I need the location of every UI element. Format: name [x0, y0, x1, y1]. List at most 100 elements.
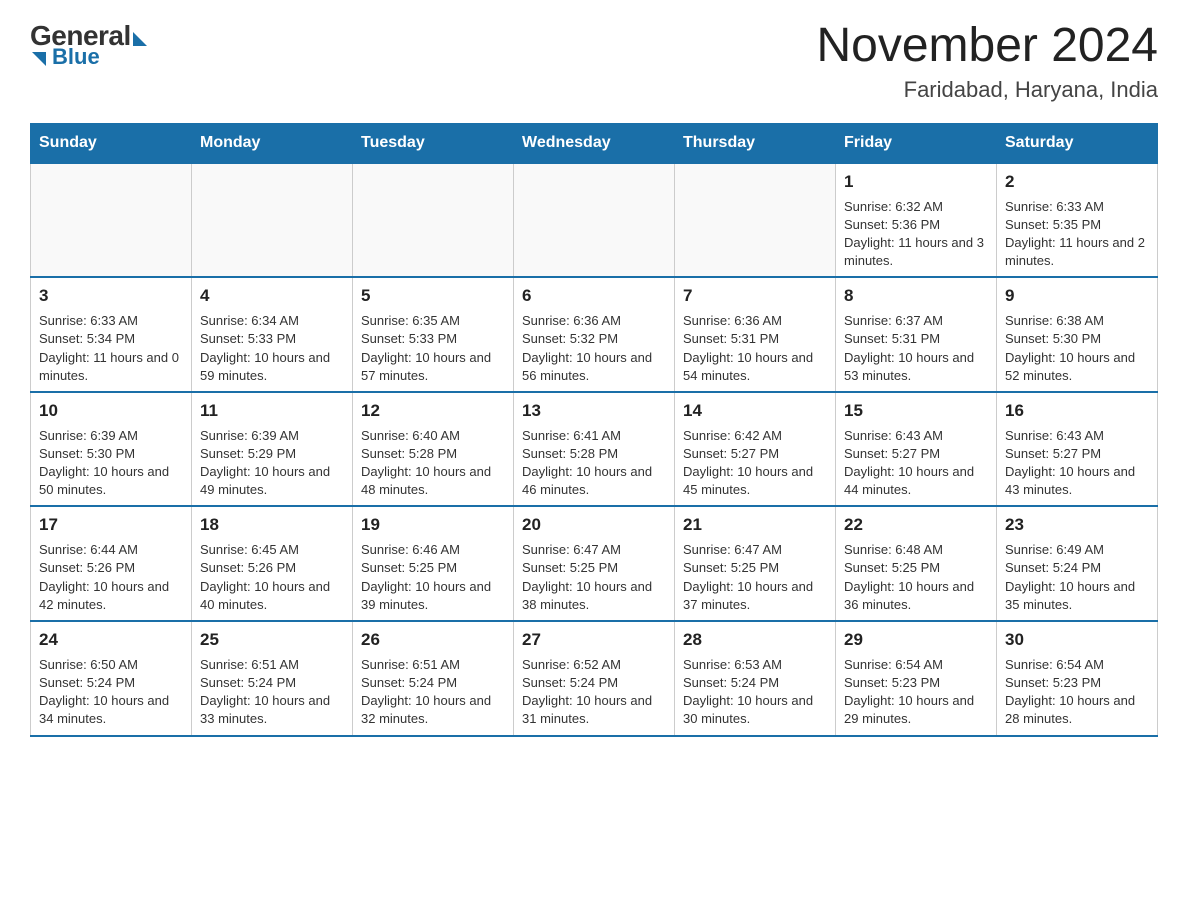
- calendar-cell: 16Sunrise: 6:43 AMSunset: 5:27 PMDayligh…: [997, 392, 1158, 507]
- day-number: 18: [200, 513, 344, 537]
- calendar-cell: [675, 163, 836, 278]
- day-number: 3: [39, 284, 183, 308]
- day-info: Sunrise: 6:47 AMSunset: 5:25 PMDaylight:…: [522, 541, 666, 614]
- day-info: Sunrise: 6:37 AMSunset: 5:31 PMDaylight:…: [844, 312, 988, 385]
- calendar-header-sunday: Sunday: [31, 123, 192, 163]
- calendar-cell: 4 Sunrise: 6:34 AMSunset: 5:33 PMDaylight…: [192, 277, 353, 392]
- day-info: Sunrise: 6:33 AMSunset: 5:35 PMDaylight:…: [1005, 198, 1149, 271]
- day-number: 6: [522, 284, 666, 308]
- day-number: 25: [200, 628, 344, 652]
- day-info: Sunrise: 6:45 AMSunset: 5:26 PMDaylight:…: [200, 541, 344, 614]
- calendar-cell: 25 Sunrise: 6:51 AMSunset: 5:24 PMDayligh…: [192, 621, 353, 736]
- day-number: 9: [1005, 284, 1149, 308]
- calendar-cell: 6 Sunrise: 6:36 AMSunset: 5:32 PMDaylight…: [514, 277, 675, 392]
- calendar-header-monday: Monday: [192, 123, 353, 163]
- day-info: Sunrise: 6:38 AMSunset: 5:30 PMDaylight:…: [1005, 312, 1149, 385]
- day-number: 28: [683, 628, 827, 652]
- calendar-week-row: 24 Sunrise: 6:50 AMSunset: 5:24 PMDayligh…: [31, 621, 1158, 736]
- logo: General Blue: [30, 20, 147, 70]
- day-number: 12: [361, 399, 505, 423]
- calendar-cell: 28Sunrise: 6:53 AMSunset: 5:24 PMDayligh…: [675, 621, 836, 736]
- day-number: 17: [39, 513, 183, 537]
- calendar-cell: 19Sunrise: 6:46 AMSunset: 5:25 PMDayligh…: [353, 506, 514, 621]
- day-number: 22: [844, 513, 988, 537]
- day-number: 4: [200, 284, 344, 308]
- calendar-header-thursday: Thursday: [675, 123, 836, 163]
- day-info: Sunrise: 6:52 AMSunset: 5:24 PMDaylight:…: [522, 656, 666, 729]
- day-info: Sunrise: 6:54 AMSunset: 5:23 PMDaylight:…: [1005, 656, 1149, 729]
- day-number: 29: [844, 628, 988, 652]
- day-number: 15: [844, 399, 988, 423]
- day-info: Sunrise: 6:43 AMSunset: 5:27 PMDaylight:…: [844, 427, 988, 500]
- day-number: 27: [522, 628, 666, 652]
- calendar-cell: 30Sunrise: 6:54 AMSunset: 5:23 PMDayligh…: [997, 621, 1158, 736]
- calendar-table: SundayMondayTuesdayWednesdayThursdayFrid…: [30, 123, 1158, 737]
- day-info: Sunrise: 6:40 AMSunset: 5:28 PMDaylight:…: [361, 427, 505, 500]
- calendar-cell: 7Sunrise: 6:36 AMSunset: 5:31 PMDaylight…: [675, 277, 836, 392]
- day-number: 8: [844, 284, 988, 308]
- calendar-header-friday: Friday: [836, 123, 997, 163]
- day-info: Sunrise: 6:49 AMSunset: 5:24 PMDaylight:…: [1005, 541, 1149, 614]
- day-number: 2: [1005, 170, 1149, 194]
- day-number: 10: [39, 399, 183, 423]
- day-info: Sunrise: 6:33 AMSunset: 5:34 PMDaylight:…: [39, 312, 183, 385]
- day-number: 14: [683, 399, 827, 423]
- day-number: 11: [200, 399, 344, 423]
- day-info: Sunrise: 6:54 AMSunset: 5:23 PMDaylight:…: [844, 656, 988, 729]
- calendar-cell: 20 Sunrise: 6:47 AMSunset: 5:25 PMDayligh…: [514, 506, 675, 621]
- calendar-cell: 14 Sunrise: 6:42 AMSunset: 5:27 PMDayligh…: [675, 392, 836, 507]
- day-info: Sunrise: 6:47 AMSunset: 5:25 PMDaylight:…: [683, 541, 827, 614]
- day-number: 16: [1005, 399, 1149, 423]
- page-subtitle: Faridabad, Haryana, India: [816, 77, 1158, 103]
- calendar-cell: 12 Sunrise: 6:40 AMSunset: 5:28 PMDayligh…: [353, 392, 514, 507]
- calendar-cell: 3 Sunrise: 6:33 AMSunset: 5:34 PMDaylight…: [31, 277, 192, 392]
- calendar-week-row: 17 Sunrise: 6:44 AMSunset: 5:26 PMDayligh…: [31, 506, 1158, 621]
- page-header: General Blue November 2024 Faridabad, Ha…: [30, 20, 1158, 103]
- day-info: Sunrise: 6:36 AMSunset: 5:32 PMDaylight:…: [522, 312, 666, 385]
- calendar-header-row: SundayMondayTuesdayWednesdayThursdayFrid…: [31, 123, 1158, 163]
- logo-arrow-icon: [133, 32, 147, 46]
- calendar-cell: [192, 163, 353, 278]
- calendar-cell: 5 Sunrise: 6:35 AMSunset: 5:33 PMDaylight…: [353, 277, 514, 392]
- day-info: Sunrise: 6:34 AMSunset: 5:33 PMDaylight:…: [200, 312, 344, 385]
- day-number: 1: [844, 170, 988, 194]
- day-info: Sunrise: 6:39 AMSunset: 5:29 PMDaylight:…: [200, 427, 344, 500]
- calendar-week-row: 1 Sunrise: 6:32 AMSunset: 5:36 PMDaylight…: [31, 163, 1158, 278]
- day-number: 5: [361, 284, 505, 308]
- calendar-cell: 13Sunrise: 6:41 AMSunset: 5:28 PMDayligh…: [514, 392, 675, 507]
- calendar-cell: 23Sunrise: 6:49 AMSunset: 5:24 PMDayligh…: [997, 506, 1158, 621]
- calendar-week-row: 3 Sunrise: 6:33 AMSunset: 5:34 PMDaylight…: [31, 277, 1158, 392]
- calendar-cell: 21Sunrise: 6:47 AMSunset: 5:25 PMDayligh…: [675, 506, 836, 621]
- calendar-cell: [353, 163, 514, 278]
- day-number: 7: [683, 284, 827, 308]
- logo-blue-text: Blue: [52, 44, 100, 70]
- calendar-cell: 26 Sunrise: 6:51 AMSunset: 5:24 PMDayligh…: [353, 621, 514, 736]
- day-number: 24: [39, 628, 183, 652]
- page-title: November 2024: [816, 20, 1158, 73]
- day-info: Sunrise: 6:42 AMSunset: 5:27 PMDaylight:…: [683, 427, 827, 500]
- calendar-cell: 27 Sunrise: 6:52 AMSunset: 5:24 PMDayligh…: [514, 621, 675, 736]
- calendar-header-wednesday: Wednesday: [514, 123, 675, 163]
- day-info: Sunrise: 6:46 AMSunset: 5:25 PMDaylight:…: [361, 541, 505, 614]
- calendar-cell: 15 Sunrise: 6:43 AMSunset: 5:27 PMDayligh…: [836, 392, 997, 507]
- calendar-cell: 18 Sunrise: 6:45 AMSunset: 5:26 PMDayligh…: [192, 506, 353, 621]
- day-info: Sunrise: 6:32 AMSunset: 5:36 PMDaylight:…: [844, 198, 988, 271]
- day-info: Sunrise: 6:51 AMSunset: 5:24 PMDaylight:…: [200, 656, 344, 729]
- day-info: Sunrise: 6:51 AMSunset: 5:24 PMDaylight:…: [361, 656, 505, 729]
- calendar-cell: [31, 163, 192, 278]
- day-info: Sunrise: 6:50 AMSunset: 5:24 PMDaylight:…: [39, 656, 183, 729]
- calendar-cell: 2 Sunrise: 6:33 AMSunset: 5:35 PMDaylight…: [997, 163, 1158, 278]
- calendar-cell: 11 Sunrise: 6:39 AMSunset: 5:29 PMDayligh…: [192, 392, 353, 507]
- day-number: 13: [522, 399, 666, 423]
- calendar-cell: 17 Sunrise: 6:44 AMSunset: 5:26 PMDayligh…: [31, 506, 192, 621]
- calendar-week-row: 10Sunrise: 6:39 AMSunset: 5:30 PMDayligh…: [31, 392, 1158, 507]
- day-info: Sunrise: 6:35 AMSunset: 5:33 PMDaylight:…: [361, 312, 505, 385]
- title-section: November 2024 Faridabad, Haryana, India: [816, 20, 1158, 103]
- calendar-cell: 9 Sunrise: 6:38 AMSunset: 5:30 PMDaylight…: [997, 277, 1158, 392]
- day-number: 26: [361, 628, 505, 652]
- calendar-cell: 10Sunrise: 6:39 AMSunset: 5:30 PMDayligh…: [31, 392, 192, 507]
- day-number: 20: [522, 513, 666, 537]
- calendar-cell: 8 Sunrise: 6:37 AMSunset: 5:31 PMDaylight…: [836, 277, 997, 392]
- day-info: Sunrise: 6:44 AMSunset: 5:26 PMDaylight:…: [39, 541, 183, 614]
- calendar-header-saturday: Saturday: [997, 123, 1158, 163]
